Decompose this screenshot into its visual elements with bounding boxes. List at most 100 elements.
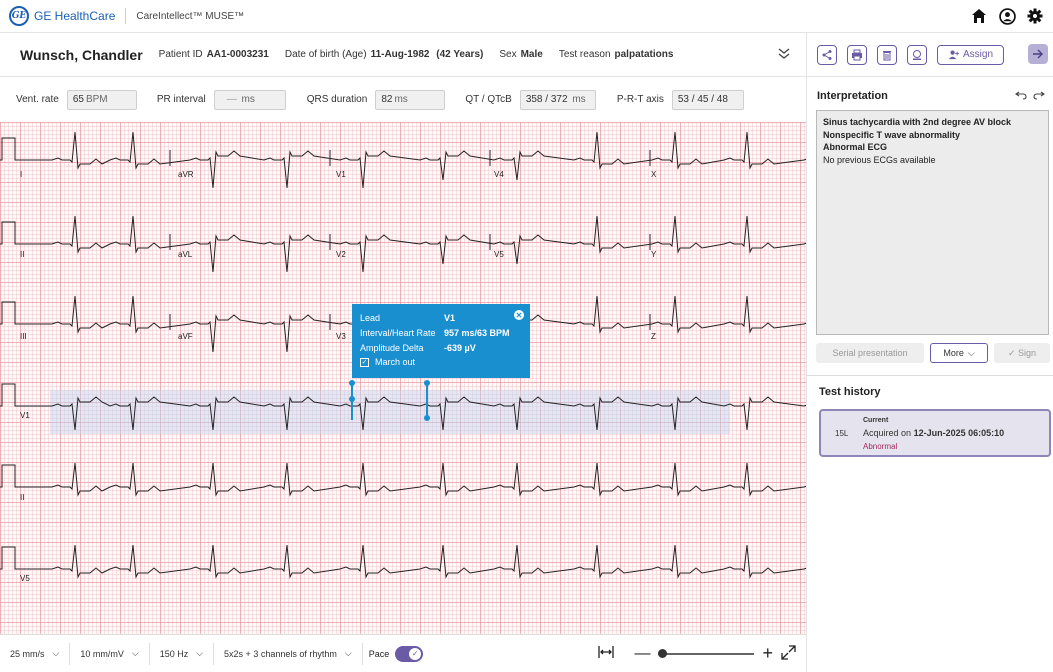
lead-label: II bbox=[20, 250, 25, 259]
trash-icon bbox=[883, 50, 891, 60]
chevron-down-icon: ⌵ bbox=[196, 648, 204, 658]
speed-select[interactable]: 25 mm/s ⌵ bbox=[0, 642, 71, 665]
zoom-in-icon[interactable]: + bbox=[762, 643, 773, 664]
redo-icon[interactable] bbox=[1033, 89, 1045, 104]
caliper-handle[interactable] bbox=[349, 380, 355, 386]
close-icon[interactable]: ✕ bbox=[514, 310, 524, 320]
ecg-traces bbox=[0, 131, 806, 579]
ecg-trace bbox=[0, 544, 806, 579]
interp-note: No previous ECGs available bbox=[823, 154, 936, 165]
interp-statement: Nonspecific T wave abnormality bbox=[823, 129, 961, 140]
caliper-start[interactable] bbox=[351, 384, 353, 420]
measure-value: — bbox=[226, 94, 237, 105]
share-button[interactable] bbox=[817, 44, 837, 65]
reason-label: Test reason bbox=[558, 49, 611, 60]
caliper-point[interactable] bbox=[349, 396, 355, 402]
popup-row-interval: Interval/Heart Rate 957 ms/63 BPM bbox=[360, 325, 522, 340]
acquired-prefix: Acquired on bbox=[863, 428, 912, 438]
patient-header: Wunsch, Chandler Patient ID AA1-0003231 D… bbox=[0, 33, 806, 77]
zoom-slider[interactable] bbox=[658, 648, 755, 658]
dob-value: 11-Aug-1982 bbox=[370, 49, 430, 60]
measure-unit: ms bbox=[241, 94, 255, 105]
patient-id-value: AA1-0003231 bbox=[206, 49, 269, 60]
measure-prt-axis: P-R-T axis 53 / 45 / 48 bbox=[617, 89, 744, 110]
caliper-handle[interactable] bbox=[424, 380, 430, 386]
format-select[interactable]: 5x2s + 3 channels of rhythm ⌵ bbox=[214, 642, 363, 665]
lead-label: aVR bbox=[178, 170, 194, 179]
patient-dob: Date of birth (Age) 11-Aug-1982 (42 Years… bbox=[285, 49, 484, 60]
measure-label: QT / QTcB bbox=[465, 94, 512, 105]
march-out-checkbox[interactable]: ✓ March out bbox=[360, 357, 522, 367]
lead-label: V5 bbox=[494, 250, 504, 259]
lead-label: Y bbox=[651, 250, 657, 259]
slider-knob[interactable] bbox=[658, 648, 668, 658]
popup-key: Amplitude Delta bbox=[360, 342, 424, 353]
app-name: CareIntellect™ MUSE™ bbox=[136, 10, 245, 22]
acquired-text: Acquired on 12-Jun-2025 06:05:10 bbox=[863, 428, 1004, 438]
delete-button[interactable] bbox=[877, 44, 897, 65]
interpretation-title: Interpretation bbox=[817, 90, 888, 102]
pace-toggle[interactable]: ✓ bbox=[395, 645, 424, 662]
lead-label: II bbox=[20, 493, 25, 502]
lead-label: V1 bbox=[336, 170, 346, 179]
interpretation-panel: Interpretation Sinus tachycardia with 2n… bbox=[809, 80, 1053, 370]
undo-icon[interactable] bbox=[1015, 89, 1027, 104]
measure-qrs-duration: QRS duration 82 ms bbox=[307, 89, 446, 110]
filter-select[interactable]: 150 Hz ⌵ bbox=[150, 642, 215, 665]
lead-label: V2 bbox=[336, 250, 346, 259]
gear-icon[interactable] bbox=[1025, 6, 1045, 26]
popup-value: 957 ms/63 BPM bbox=[444, 327, 510, 338]
test-history-item[interactable]: 15L Current Acquired on 12-Jun-2025 06:0… bbox=[819, 409, 1051, 457]
interpretation-text[interactable]: Sinus tachycardia with 2nd degree AV blo… bbox=[816, 110, 1049, 335]
measure-qt-qtcb: QT / QTcB 358 / 372 ms bbox=[465, 89, 596, 110]
measure-value-box: 65 BPM bbox=[66, 89, 137, 110]
ecg-grid[interactable]: IaVRV1V4XIIaVLV2V5YIIIaVFV3V6ZV1IIV5 bbox=[0, 122, 806, 634]
sex-value: Male bbox=[520, 49, 543, 60]
speed-value: 25 mm/s bbox=[10, 648, 45, 659]
checkmark-icon: ✓ bbox=[360, 357, 369, 367]
action-toolbar: Assign bbox=[806, 33, 1053, 77]
sign-button[interactable]: ✓ Sign bbox=[994, 343, 1050, 363]
arrow-right-icon bbox=[1033, 49, 1043, 59]
print-button[interactable] bbox=[847, 44, 867, 65]
measure-value: 53 / 45 / 48 bbox=[677, 94, 728, 105]
pace-toggle-group: Pace ✓ bbox=[363, 645, 424, 662]
ecg-trace bbox=[0, 462, 806, 497]
patient-id: Patient ID AA1-0003231 bbox=[159, 49, 269, 60]
interp-statement: Sinus tachycardia with 2nd degree AV blo… bbox=[823, 117, 1012, 127]
popup-key: Lead bbox=[360, 312, 381, 323]
assign-button[interactable]: Assign bbox=[937, 44, 1005, 65]
chevron-double-down-icon[interactable] bbox=[776, 46, 792, 62]
more-button[interactable]: More ⌵ bbox=[930, 343, 988, 363]
patient-name: Wunsch, Chandler bbox=[20, 46, 143, 63]
expand-icon[interactable] bbox=[781, 644, 796, 663]
patient-id-label: Patient ID bbox=[158, 49, 203, 60]
lead-label: aVL bbox=[178, 250, 193, 259]
interp-statement: Abnormal ECG bbox=[823, 142, 888, 152]
export-button[interactable] bbox=[907, 44, 927, 65]
popup-row-amplitude: Amplitude Delta -639 µV bbox=[360, 340, 522, 355]
chevron-down-icon: ⌵ bbox=[344, 648, 352, 658]
sex-label: Sex bbox=[499, 49, 517, 60]
gain-select[interactable]: 10 mm/mV ⌵ bbox=[70, 642, 150, 665]
ge-logo: GE bbox=[9, 6, 29, 26]
next-ecg-button[interactable] bbox=[1028, 44, 1048, 64]
divider bbox=[125, 8, 127, 24]
sign-label: Sign bbox=[1018, 348, 1037, 358]
reason-value: palpatations bbox=[614, 49, 674, 60]
zoom-out-icon[interactable]: — bbox=[634, 645, 650, 663]
dob-label: Date of birth (Age) bbox=[284, 49, 367, 60]
fit-width-icon[interactable] bbox=[598, 645, 615, 662]
account-icon[interactable] bbox=[997, 6, 1017, 26]
check-icon: ✓ bbox=[1007, 347, 1019, 358]
status-badge: Abnormal bbox=[863, 442, 898, 451]
ecg-trace bbox=[0, 215, 806, 273]
serial-presentation-button[interactable]: Serial presentation bbox=[816, 343, 924, 363]
popup-key: Interval/Heart Rate bbox=[360, 327, 436, 338]
filter-value: 150 Hz bbox=[159, 648, 189, 659]
popup-value: V1 bbox=[444, 312, 456, 323]
caliper-point[interactable] bbox=[424, 415, 430, 421]
user-plus-icon bbox=[948, 50, 959, 60]
popup-value: -639 µV bbox=[444, 342, 476, 353]
home-icon[interactable] bbox=[969, 6, 989, 26]
